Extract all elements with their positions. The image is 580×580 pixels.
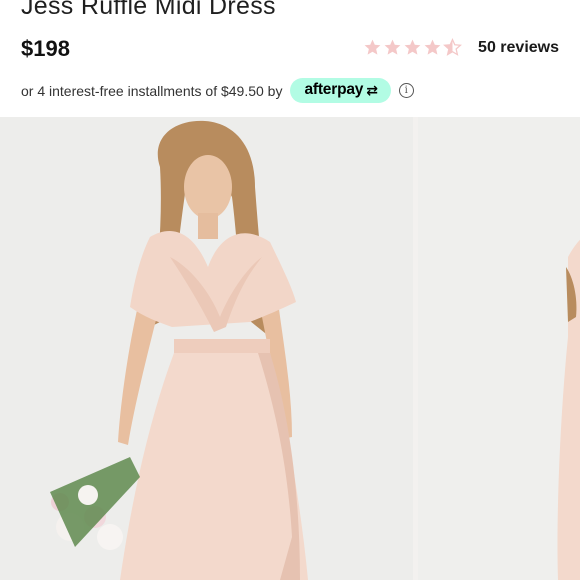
- info-icon[interactable]: i: [398, 83, 414, 98]
- star-icon: [364, 39, 381, 55]
- installments-text: or 4 interest-free installments of $49.5…: [21, 82, 283, 99]
- star-icon: [404, 39, 421, 55]
- model-side-photo[interactable]: [418, 117, 580, 580]
- star-icon: [424, 39, 441, 55]
- afterpay-arrows-icon: ⇄: [366, 81, 378, 98]
- star-rating: [363, 38, 463, 57]
- model-side-illustration: [418, 117, 580, 580]
- model-front-photo[interactable]: [0, 117, 413, 580]
- star-icon: [384, 39, 401, 55]
- model-illustration: [0, 117, 413, 580]
- rating-summary[interactable]: 50 reviews: [363, 38, 559, 57]
- product-price: $198: [21, 36, 70, 61]
- reviews-link[interactable]: 50 reviews: [478, 39, 559, 57]
- installments-row: or 4 interest-free installments of $49.5…: [21, 78, 414, 103]
- product-image-gallery[interactable]: [0, 117, 580, 580]
- half-star-icon: [443, 38, 463, 56]
- afterpay-logo-text: afterpay: [304, 81, 364, 98]
- product-title: Jess Ruffle Midi Dress: [21, 0, 276, 20]
- afterpay-badge[interactable]: afterpay ⇄: [290, 78, 391, 103]
